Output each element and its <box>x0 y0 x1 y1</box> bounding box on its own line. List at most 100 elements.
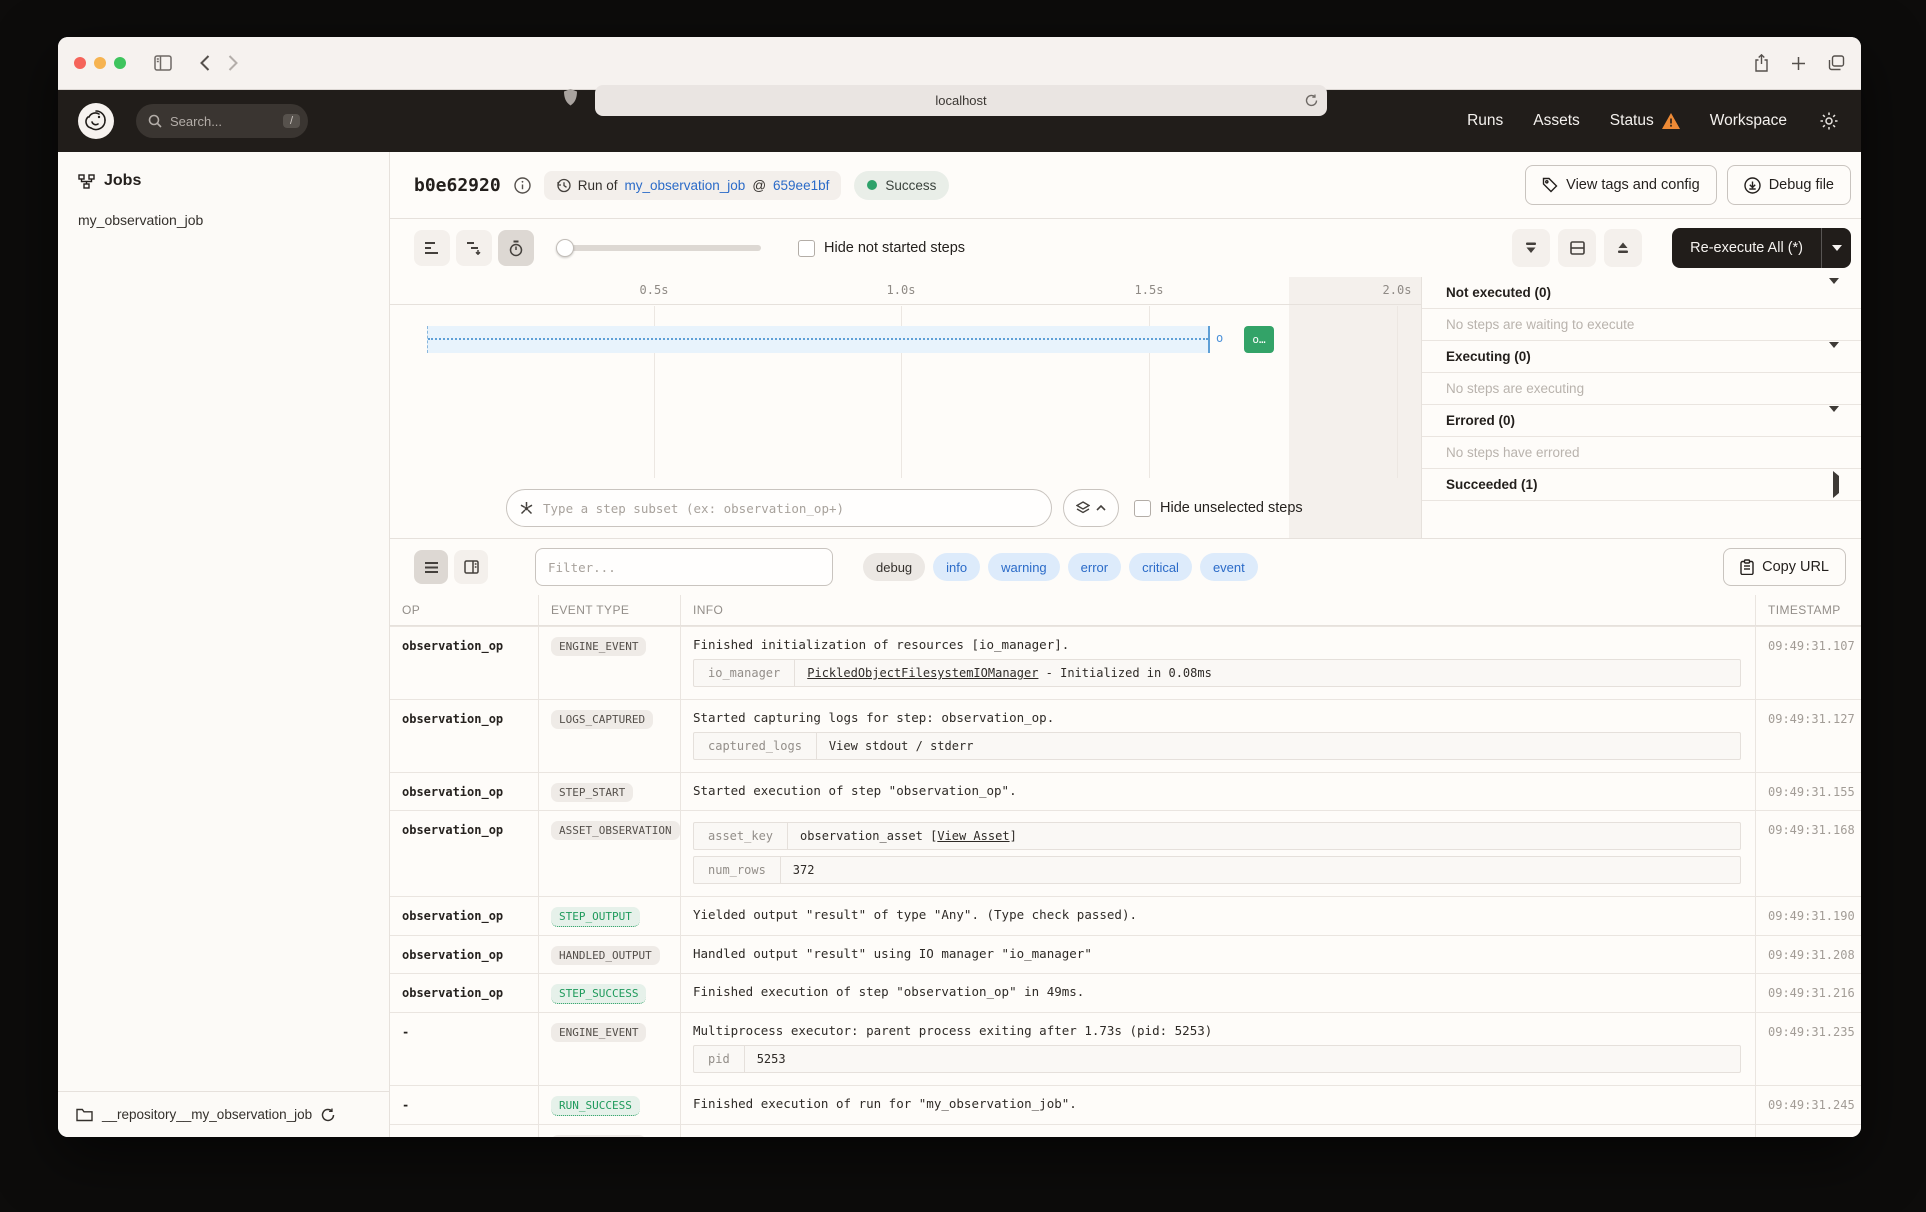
event-type-tag: ASSET_OBSERVATION <box>551 821 680 840</box>
view-asset-link[interactable]: View Asset <box>937 829 1009 843</box>
view-tags-config-button[interactable]: View tags and config <box>1525 165 1717 205</box>
timestamp: 09:49:31.208 <box>1768 946 1855 962</box>
section-empty-note: No steps are waiting to execute <box>1422 309 1861 341</box>
browser-sidebar-icon[interactable] <box>154 55 172 71</box>
level-debug[interactable]: debug <box>863 553 925 581</box>
close-window-button[interactable] <box>74 57 86 69</box>
debug-file-button[interactable]: Debug file <box>1727 165 1851 205</box>
op-name: observation_op <box>402 909 503 923</box>
log-filter-input[interactable] <box>535 548 833 586</box>
nav-status[interactable]: Status <box>1610 112 1680 130</box>
col-op: OP <box>390 595 538 625</box>
info-icon[interactable] <box>514 177 531 194</box>
hide-not-started-checkbox[interactable] <box>798 240 815 257</box>
log-row[interactable]: observation_op HANDLED_OUTPUT Handled ou… <box>390 935 1861 973</box>
clipboard-icon <box>1740 559 1754 575</box>
event-info: Yielded output "result" of type "Any". (… <box>693 905 1755 922</box>
address-bar[interactable]: localhost <box>595 85 1327 116</box>
waterfall-view-icon[interactable] <box>456 230 492 266</box>
zoom-slider-knob[interactable] <box>556 239 574 257</box>
commit-link[interactable]: 659ee1bf <box>773 178 829 193</box>
subset-options-button[interactable] <box>1063 489 1119 527</box>
section-errored[interactable]: Errored (0) <box>1422 405 1861 437</box>
event-info: Started execution of step "observation_o… <box>693 781 1755 798</box>
event-info: Started capturing logs for step: observa… <box>693 708 1755 725</box>
event-type-tag: RUN_SUCCESS <box>551 1096 640 1116</box>
log-row[interactable]: observation_op ASSET_OBSERVATION asset_k… <box>390 810 1861 896</box>
event-info: Handled output "result" using IO manager… <box>693 944 1755 961</box>
scroll-to-bottom-icon[interactable] <box>1512 229 1550 267</box>
reexecute-all-button[interactable]: Re-execute All (*) <box>1672 228 1821 268</box>
global-search-input[interactable]: Search... / <box>136 104 308 138</box>
copy-url-button[interactable]: Copy URL <box>1723 548 1846 586</box>
log-row[interactable]: - ENGINE_EVENT Multiprocess executor: pa… <box>390 1012 1861 1085</box>
op-name: observation_op <box>402 639 503 653</box>
log-row[interactable]: observation_op STEP_START Started execut… <box>390 772 1861 810</box>
step-subset-input[interactable] <box>506 489 1052 527</box>
hide-unselected-checkbox[interactable] <box>1134 500 1151 517</box>
dagster-logo[interactable] <box>78 103 114 139</box>
nav-workspace[interactable]: Workspace <box>1710 112 1787 130</box>
tab-overview-icon[interactable] <box>1828 55 1845 71</box>
log-row[interactable]: - RUN_SUCCESS Finished execution of run … <box>390 1085 1861 1124</box>
hide-unselected-label: Hide unselected steps <box>1160 500 1303 516</box>
event-type-tag: STEP_START <box>551 783 633 802</box>
log-row[interactable]: observation_op LOGS_CAPTURED Started cap… <box>390 699 1861 772</box>
nav-assets[interactable]: Assets <box>1533 112 1580 130</box>
repository-name[interactable]: __repository__my_observation_job <box>102 1107 312 1122</box>
run-id: b0e62920 <box>414 175 501 196</box>
browser-forward-icon[interactable] <box>228 55 238 71</box>
log-structured-view-icon[interactable] <box>454 550 488 584</box>
refresh-icon[interactable] <box>321 1108 335 1122</box>
event-info: Finished initialization of resources [io… <box>693 635 1755 652</box>
metadata-entry: captured_logs View stdout / stderr <box>693 732 1741 760</box>
log-row[interactable]: observation_op STEP_OUTPUT Yielded outpu… <box>390 896 1861 935</box>
timing-view-icon[interactable] <box>498 230 534 266</box>
minimize-window-button[interactable] <box>94 57 106 69</box>
level-critical[interactable]: critical <box>1129 553 1192 581</box>
level-info[interactable]: info <box>933 553 980 581</box>
log-row[interactable]: observation_op STEP_SUCCESS Finished exe… <box>390 973 1861 1012</box>
gantt-step-bar[interactable]: o… <box>1244 326 1274 353</box>
shield-icon <box>563 89 578 106</box>
log-header-row: OP EVENT TYPE INFO TIMESTAMP <box>390 595 1861 626</box>
level-event[interactable]: event <box>1200 553 1258 581</box>
split-panels-icon[interactable] <box>1558 229 1596 267</box>
zoom-slider[interactable] <box>558 245 761 251</box>
event-type-tag: HANDLED_OUTPUT <box>551 946 660 965</box>
step-subset-row: Hide unselected steps <box>506 488 1303 528</box>
timestamp: 09:49:31.155 <box>1768 783 1855 799</box>
share-icon[interactable] <box>1754 54 1769 72</box>
new-tab-icon[interactable] <box>1791 56 1806 71</box>
log-row[interactable]: observation_op ENGINE_EVENT Finished ini… <box>390 626 1861 699</box>
traffic-lights <box>74 57 126 69</box>
section-executing[interactable]: Executing (0) <box>1422 341 1861 373</box>
log-row[interactable]: - ENGINE_EVENT Process for run exited (p… <box>390 1124 1861 1137</box>
io-manager-link[interactable]: PickledObjectFilesystemIOManager <box>807 666 1038 680</box>
timestamp: 09:49:31.235 <box>1768 1023 1855 1039</box>
zoom-window-button[interactable] <box>114 57 126 69</box>
timestamp: 09:49:31.107 <box>1768 637 1855 653</box>
top-nav: Runs Assets Status Workspace <box>1467 111 1839 131</box>
event-type-tag: ENGINE_EVENT <box>551 1135 646 1137</box>
settings-gear-icon[interactable] <box>1819 111 1839 131</box>
browser-back-icon[interactable] <box>200 55 210 71</box>
step-status-panel: Not executed (0) No steps are waiting to… <box>1421 277 1861 538</box>
level-warning[interactable]: warning <box>988 553 1060 581</box>
captured-logs-link[interactable]: View stdout / stderr <box>817 733 986 759</box>
hide-not-started-label: Hide not started steps <box>824 240 965 256</box>
nav-runs[interactable]: Runs <box>1467 112 1503 130</box>
reload-icon[interactable] <box>1305 94 1318 107</box>
gantt-overflow-region <box>1289 277 1421 538</box>
section-not-executed[interactable]: Not executed (0) <box>1422 277 1861 309</box>
sidebar-item-my-observation-job[interactable]: my_observation_job <box>58 212 389 228</box>
job-link[interactable]: my_observation_job <box>624 178 745 193</box>
collapse-up-icon[interactable] <box>1604 229 1642 267</box>
flatten-view-icon[interactable] <box>414 230 450 266</box>
chevron-down-icon <box>1832 245 1842 251</box>
level-error[interactable]: error <box>1068 553 1121 581</box>
reexecute-dropdown-button[interactable] <box>1821 228 1851 268</box>
log-list-view-icon[interactable] <box>414 550 448 584</box>
gridline <box>1397 306 1398 478</box>
section-succeeded[interactable]: Succeeded (1) <box>1422 469 1861 501</box>
